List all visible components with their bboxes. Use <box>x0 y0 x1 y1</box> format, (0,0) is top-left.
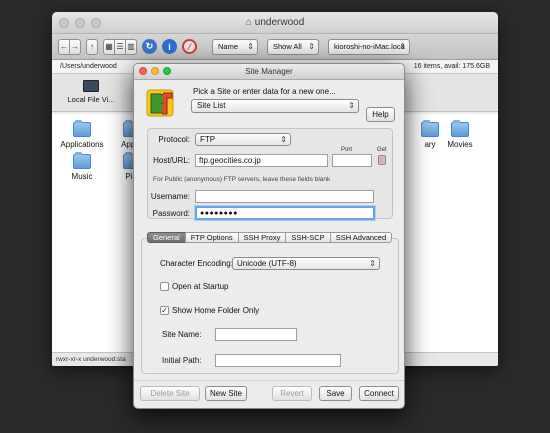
username-field[interactable] <box>195 190 374 203</box>
stop-icon[interactable]: ⁄ <box>182 39 197 54</box>
info-icon[interactable]: i <box>162 39 177 54</box>
file-label: Music <box>71 172 93 181</box>
tab-ssh-proxy[interactable]: SSH Proxy <box>237 232 287 243</box>
place-label: Local File Vi... <box>67 95 115 104</box>
open-startup-label: Open at Startup <box>172 282 229 291</box>
close-window-button[interactable] <box>59 18 69 28</box>
nav-segment: ← → <box>58 38 81 55</box>
app-logo-icon <box>146 89 174 117</box>
username-label: Username: <box>150 192 190 201</box>
dialog-header: Pick a Site or enter data for a new one.… <box>134 80 404 126</box>
revert-button[interactable]: Revert <box>272 386 312 401</box>
show-home-checkbox[interactable]: ✓ <box>160 306 169 315</box>
view-segment: ▦ ☰ ▥ <box>103 38 137 55</box>
host-select[interactable]: kioroshi-no-iMac.loca <box>328 38 410 55</box>
toolbar: ← → ↑ ▦ ☰ ▥ ↻ i ⁄ Name Show All kioroshi… <box>52 34 498 60</box>
dialog-titlebar: Site Manager <box>134 64 404 80</box>
file-label: Movies <box>447 140 473 149</box>
column-view-icon[interactable]: ▥ <box>125 38 137 55</box>
delete-site-button[interactable]: Delete Site <box>140 386 200 401</box>
new-site-button[interactable]: New Site <box>205 386 247 401</box>
get-port-button[interactable] <box>378 155 386 165</box>
sort-select[interactable]: Name <box>212 38 258 55</box>
encoding-label: Character Encoding: <box>160 259 233 268</box>
protocol-label: Protocol: <box>158 135 190 144</box>
password-field[interactable]: ●●●●●●●● <box>195 206 375 220</box>
zoom-window-button[interactable] <box>91 18 101 28</box>
get-label: Get <box>377 147 387 153</box>
filter-select[interactable]: Show All <box>267 38 319 55</box>
minimize-window-button[interactable] <box>75 18 85 28</box>
dialog-title: Site Manager <box>245 67 293 76</box>
folder-icon <box>73 120 91 137</box>
host-field[interactable]: ftp.geocities.co.jp <box>195 154 328 167</box>
initial-path-label: Initial Path: <box>162 356 202 365</box>
place-local-file-view[interactable]: Local File Vi... <box>62 80 120 104</box>
site-list-select[interactable]: Site List <box>191 99 359 113</box>
host-label: Host/URL: <box>153 156 190 165</box>
file-label: Applications <box>60 140 104 149</box>
site-manager-dialog: Site Manager Pick a Site or enter data f… <box>133 63 405 409</box>
tab-ssh-advanced[interactable]: SSH Advanced <box>329 232 393 243</box>
save-button[interactable]: Save <box>319 386 352 401</box>
forward-button[interactable]: → <box>69 38 81 55</box>
port-label: Port <box>341 147 353 153</box>
folder-icon <box>451 120 469 137</box>
site-name-field[interactable] <box>215 328 297 341</box>
initial-path-field[interactable] <box>215 354 341 367</box>
refresh-icon[interactable]: ↻ <box>142 39 157 54</box>
help-button[interactable]: Help <box>366 107 395 122</box>
monitor-icon <box>83 80 99 92</box>
home-icon: ⌂ <box>245 17 252 28</box>
open-startup-checkbox[interactable] <box>160 282 169 291</box>
tab-ftp-options[interactable]: FTP Options <box>184 232 239 243</box>
item-info: 16 items, avail: 175.6GB <box>413 63 490 70</box>
dialog-controls <box>139 67 171 75</box>
minimize-dialog-button[interactable] <box>151 67 159 75</box>
tab-ssh-scp[interactable]: SSH-SCP <box>285 232 331 243</box>
window-controls <box>59 18 101 28</box>
footer-divider <box>134 380 404 381</box>
show-home-label: Show Home Folder Only <box>172 306 260 315</box>
current-path: /Users/underwood <box>60 63 117 70</box>
protocol-select[interactable]: FTP <box>195 133 291 146</box>
connect-button[interactable]: Connect <box>359 386 399 401</box>
port-field[interactable] <box>332 154 372 167</box>
up-button[interactable]: ↑ <box>86 38 98 55</box>
close-dialog-button[interactable] <box>139 67 147 75</box>
anonymous-note: For Public (anonymous) FTP servers, leav… <box>153 176 331 183</box>
window-title: underwood <box>254 17 305 28</box>
password-label: Password: <box>152 209 190 218</box>
zoom-dialog-button[interactable] <box>163 67 171 75</box>
folder-icon <box>73 152 91 169</box>
pick-site-prompt: Pick a Site or enter data for a new one.… <box>193 87 336 96</box>
site-name-label: Site Name: <box>162 330 202 339</box>
settings-tabs: General FTP Options SSH Proxy SSH-SCP SS… <box>147 232 393 243</box>
encoding-select[interactable]: Unicode (UTF-8) <box>232 257 380 270</box>
file-movies[interactable]: Movies <box>430 120 490 149</box>
window-titlebar: ⌂ underwood <box>52 12 498 34</box>
tab-general[interactable]: General <box>147 232 186 243</box>
